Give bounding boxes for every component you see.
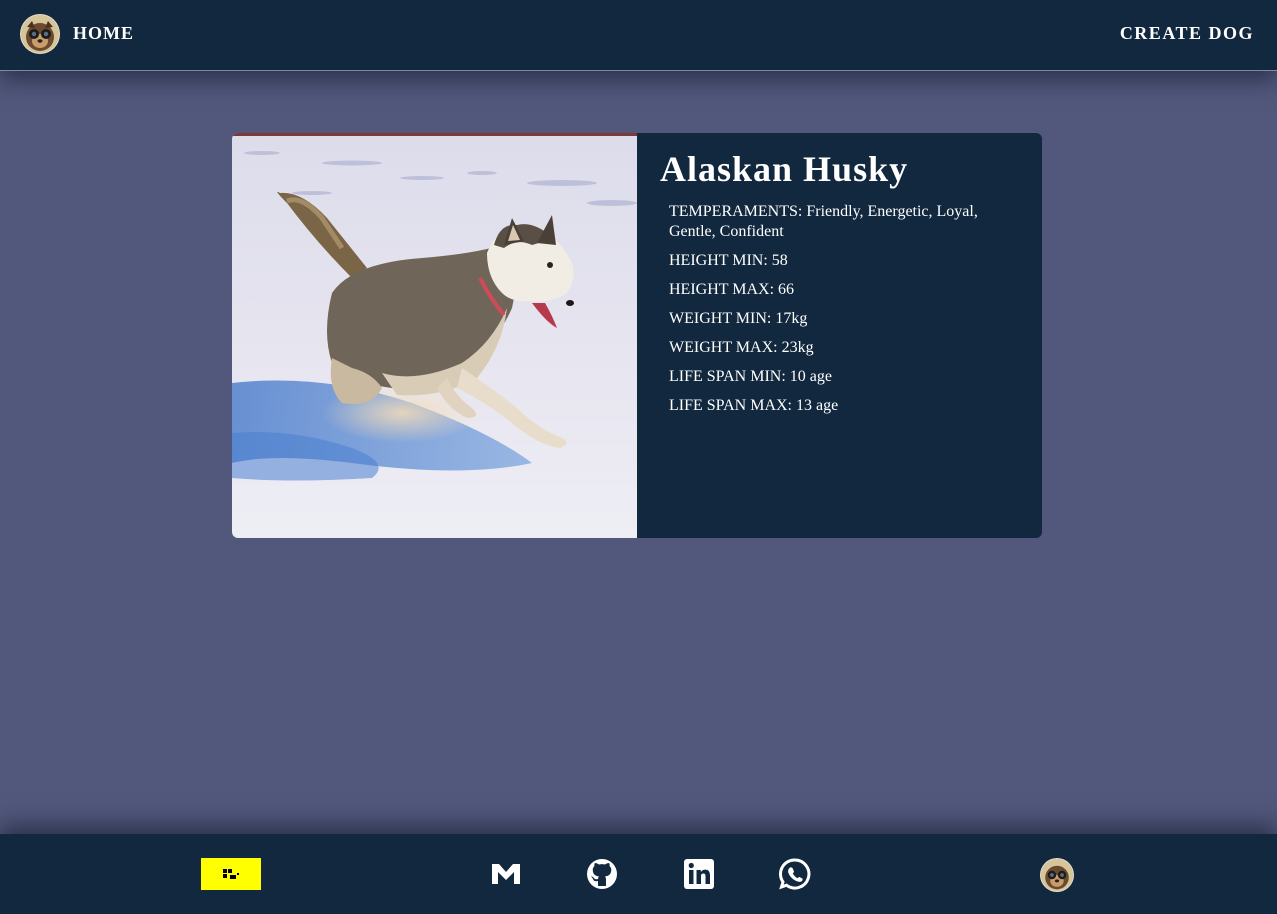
height-max-text: HEIGHT MAX: 66 [669, 281, 795, 298]
dog-detail-card: Alaskan Husky TEMPERAMENTS: Friendly, En… [232, 133, 1042, 538]
gmail-icon[interactable] [489, 857, 523, 891]
dog-avatar-icon[interactable] [1041, 859, 1073, 891]
breed-name: Alaskan Husky [660, 149, 909, 189]
linkedin-icon[interactable] [682, 857, 716, 891]
weight-max-text: WEIGHT MAX: 23kg [669, 339, 814, 356]
github-icon[interactable] [585, 857, 619, 891]
home-link[interactable]: HOME [73, 23, 134, 44]
dog-logo-icon[interactable] [21, 15, 59, 53]
husky-photo [232, 133, 637, 538]
whatsapp-icon[interactable] [778, 857, 812, 891]
height-min-text: HEIGHT MIN: 58 [669, 252, 788, 269]
portfolio-badge-icon[interactable] [201, 858, 261, 890]
footer [0, 834, 1277, 914]
weight-min-text: WEIGHT MIN: 17kg [669, 310, 808, 327]
temperaments-text: TEMPERAMENTS: Friendly, Energetic, Loyal… [669, 203, 978, 240]
life-span-min-text: LIFE SPAN MIN: 10 age [669, 368, 832, 385]
life-span-max-text: LIFE SPAN MAX: 13 age [669, 397, 839, 414]
top-navbar: HOME CREATE DOG [0, 0, 1277, 71]
create-dog-link[interactable]: CREATE DOG [1120, 23, 1254, 44]
dog-info-panel: Alaskan Husky TEMPERAMENTS: Friendly, En… [637, 133, 1042, 538]
